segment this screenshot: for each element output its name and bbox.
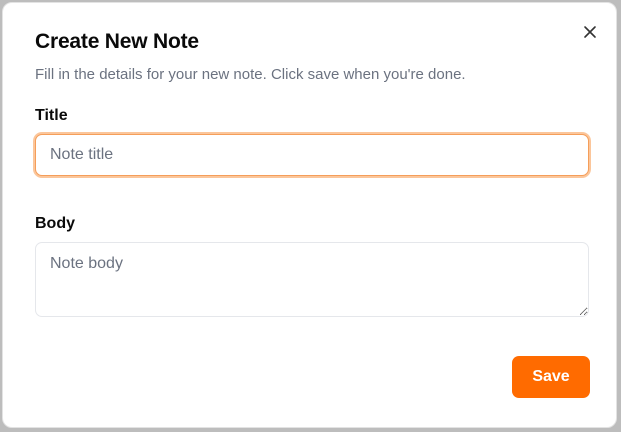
create-note-dialog: Create New Note Fill in the details for …: [2, 2, 617, 428]
body-textarea[interactable]: [35, 242, 589, 317]
close-button[interactable]: [581, 23, 599, 41]
dialog-description: Fill in the details for your new note. C…: [35, 66, 466, 83]
title-label: Title: [35, 107, 68, 124]
body-label: Body: [35, 215, 75, 232]
title-input[interactable]: [35, 134, 589, 176]
close-icon: [584, 26, 596, 38]
save-button[interactable]: Save: [512, 356, 590, 398]
dialog-title: Create New Note: [35, 30, 199, 53]
